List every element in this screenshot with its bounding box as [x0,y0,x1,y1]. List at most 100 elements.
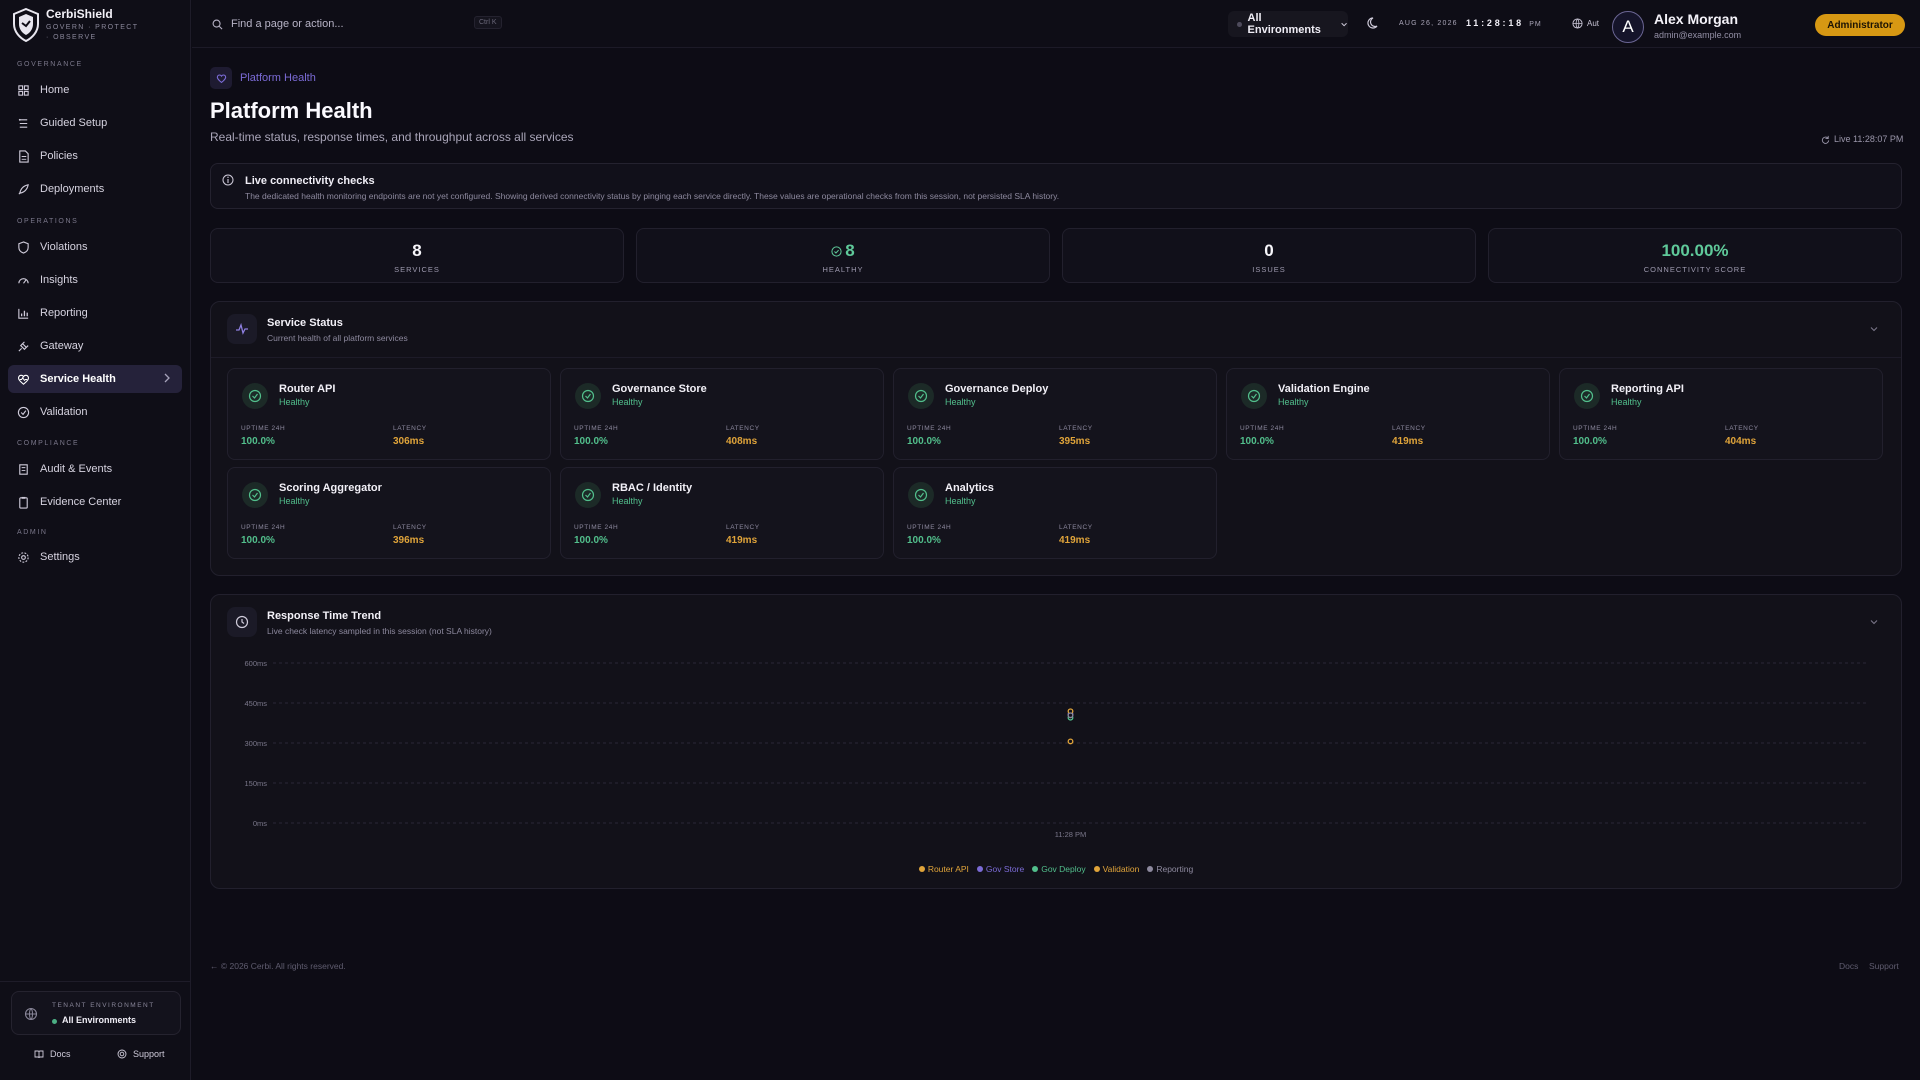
latency-label: LATENCY [726,425,760,432]
footer-docs-link[interactable]: Docs [1839,961,1858,971]
notice-title: Live connectivity checks [245,175,375,187]
service-status-panel: Service Status Current health of all pla… [210,301,1902,576]
legend-item[interactable]: Gov Deploy [1032,864,1086,874]
support-link[interactable]: Support [117,1049,165,1059]
uptime-value: 100.0% [1573,436,1607,447]
section-label-admin: ADMIN [17,529,48,536]
environment-select[interactable]: All Environments [1228,11,1348,37]
section-label-compliance: COMPLIANCE [17,440,80,447]
moon-icon[interactable] [1367,16,1381,30]
legend-item[interactable]: Reporting [1147,864,1193,874]
user-name[interactable]: Alex Morgan [1654,11,1738,27]
uptime-value: 100.0% [241,535,275,546]
service-name: Governance Deploy [945,383,1049,395]
role-badge[interactable]: Administrator [1815,14,1905,36]
legend-item[interactable]: Validation [1093,864,1140,874]
legend-swatch [1093,866,1100,872]
status-icon-wrap [1241,383,1267,409]
latency-value: 419ms [726,535,758,546]
docs-link[interactable]: Docs [34,1049,71,1059]
latency-value: 404ms [1725,436,1757,447]
check-circle-icon [248,488,262,502]
sidebar-item-validation[interactable]: Validation [8,398,182,426]
service-status-header[interactable]: Service Status Current health of all pla… [227,314,1887,344]
service-status: Healthy [1611,397,1642,407]
service-card[interactable]: Validation Engine Healthy UPTIME 24H 100.0%… [1226,368,1550,460]
sidebar-item-label: Policies [40,150,78,162]
uptime-value: 100.0% [574,535,608,546]
chevron-down-icon[interactable] [1869,324,1879,334]
y-tick-label: 0ms [253,819,267,828]
legend-label: Gov Deploy [1041,864,1086,874]
data-point[interactable] [1067,738,1074,745]
stat-label: HEALTHY [822,265,864,274]
chevron-down-icon[interactable] [1869,617,1879,627]
uptime-value: 100.0% [241,436,275,447]
service-card[interactable]: Scoring Aggregator Healthy UPTIME 24H 100.0… [227,467,551,559]
sidebar-item-policies[interactable]: Policies [8,142,182,170]
sidebar-item-violations[interactable]: Violations [8,233,182,261]
plug-icon [18,340,29,352]
brand[interactable]: CerbiShield GOVERN · PROTECT · OBSERVE [10,6,185,46]
service-card[interactable]: Router API Healthy UPTIME 24H 100.0% LATENCY… [227,368,551,460]
bar-chart-icon [18,308,29,319]
sidebar-item-guided-setup[interactable]: Guided Setup [8,109,182,137]
breadcrumb-label[interactable]: Platform Health [240,72,316,84]
app-name: CerbiShield [46,7,113,21]
legend-item[interactable]: Gov Store [976,864,1024,874]
sidebar-item-label: Settings [40,551,80,563]
uptime-label: UPTIME 24H [241,524,286,531]
status-icon-wrap [575,482,601,508]
check-circle-icon [914,389,928,403]
sidebar-item-deployments[interactable]: Deployments [8,175,182,203]
check-circle-icon [1247,389,1261,403]
search-placeholder: Find a page or action... [231,18,344,30]
response-trend-header[interactable]: Response Time Trend Live check latency s… [227,607,1887,637]
legend-label: Validation [1102,864,1140,874]
service-card[interactable]: RBAC / Identity Healthy UPTIME 24H 100.0% LA… [560,467,884,559]
check-circle-icon [1580,389,1594,403]
uptime-label: UPTIME 24H [1240,425,1285,432]
latency-value: 306ms [393,436,425,447]
search-input[interactable]: Find a page or action... Ctrl K [212,12,682,36]
sidebar-item-insights[interactable]: Insights [8,266,182,294]
latency-value: 419ms [1392,436,1424,447]
service-card[interactable]: Analytics Healthy UPTIME 24H 100.0% LATENCY 4… [893,467,1217,559]
clipboard-icon [19,496,28,509]
service-card[interactable]: Reporting API Healthy UPTIME 24H 100.0% LATE… [1559,368,1883,460]
sidebar-item-service-health[interactable]: Service Health [8,365,182,393]
sidebar-item-label: Deployments [40,183,105,195]
sidebar-item-reporting[interactable]: Reporting [8,299,182,327]
live-label: Live 11:28:07 PM [1834,134,1904,144]
clock-icon [235,615,249,629]
chevron-right-icon [164,373,170,383]
uptime-label: UPTIME 24H [1573,425,1618,432]
y-tick-label: 450ms [244,699,267,708]
home-icon [18,84,29,96]
uptime-label: UPTIME 24H [574,425,619,432]
data-point[interactable] [1067,712,1074,719]
language-selector[interactable]: Aut [1572,18,1599,29]
guided-setup-icon [18,118,28,128]
stat-connectivity-score: 100.00% CONNECTIVITY SCORE [1488,228,1902,283]
legend-item[interactable]: Router API [918,864,969,874]
clock-time-value: 11:28:18 [1466,18,1524,28]
sidebar-item-gateway[interactable]: Gateway [8,332,182,360]
service-card[interactable]: Governance Deploy Healthy UPTIME 24H 100.0%… [893,368,1217,460]
footer-support-link[interactable]: Support [1869,961,1899,971]
latency-label: LATENCY [1725,425,1759,432]
service-card[interactable]: Governance Store Healthy UPTIME 24H 100.0% L… [560,368,884,460]
tenant-environment-selector[interactable]: TENANT ENVIRONMENT All Environments [11,991,181,1035]
sidebar-item-settings[interactable]: Settings [8,543,182,571]
sidebar-item-evidence-center[interactable]: Evidence Center [8,488,182,516]
section-label-operations: OPERATIONS [17,218,79,225]
panel-icon-wrap [227,314,257,344]
sidebar-item-home[interactable]: Home [8,76,182,104]
activity-icon [236,322,248,335]
sidebar-item-label: Audit & Events [40,463,113,475]
stat-services: 8 SERVICES [210,228,624,283]
chevron-down-icon [1341,22,1347,26]
avatar[interactable]: A [1612,11,1644,43]
clock-date: AUG 26, 2026 [1399,20,1458,27]
sidebar-item-audit-events[interactable]: Audit & Events [8,455,182,483]
